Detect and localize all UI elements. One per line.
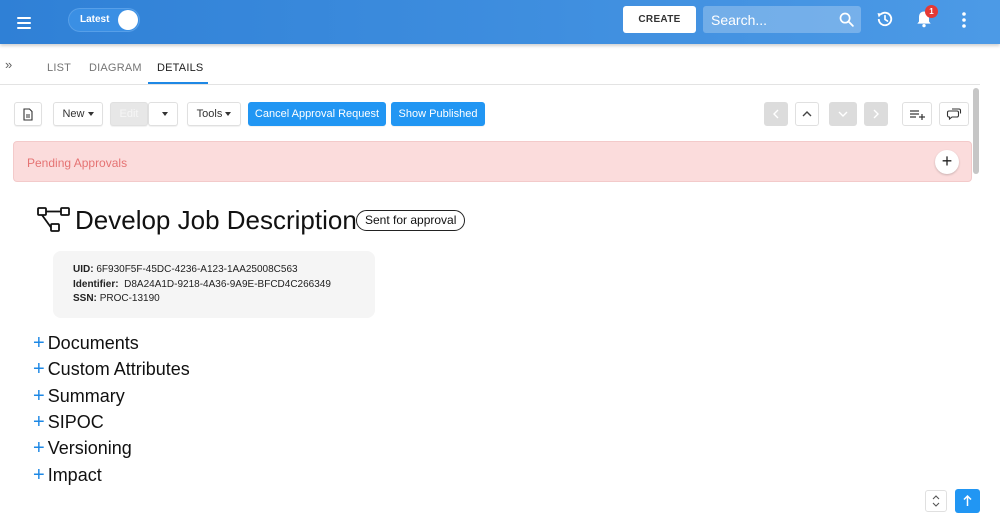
expand-plus-icon: +	[33, 437, 45, 459]
arrow-up-icon	[963, 494, 972, 506]
move-up-button[interactable]	[795, 102, 819, 126]
chevron-down-icon	[161, 112, 168, 117]
history-icon[interactable]	[875, 9, 895, 29]
show-published-button[interactable]: Show Published	[391, 102, 485, 126]
expand-plus-icon: +	[33, 385, 45, 407]
section-summary[interactable]: + Summary	[33, 385, 125, 408]
section-versioning[interactable]: + Versioning	[33, 437, 132, 460]
expand-plus-icon: +	[33, 411, 45, 433]
expand-collapse-button[interactable]	[925, 490, 947, 512]
scrollbar-thumb[interactable]	[973, 88, 979, 174]
cancel-approval-button[interactable]: Cancel Approval Request	[248, 102, 386, 126]
uid-row: UID: 6F930F5F-45DC-4236-A123-1AA25008C56…	[73, 264, 298, 275]
pending-approvals-label: Pending Approvals	[27, 156, 128, 170]
uid-value: 6F930F5F-45DC-4236-A123-1AA25008C563	[96, 264, 298, 275]
expand-plus-icon: +	[33, 332, 45, 354]
add-to-list-button[interactable]	[902, 102, 932, 126]
toggle-knob	[118, 10, 138, 30]
scroll-to-top-button[interactable]	[955, 489, 980, 513]
section-label: SIPOC	[47, 412, 104, 432]
tab-diagram[interactable]: DIAGRAM	[89, 62, 142, 74]
hamburger-icon[interactable]	[14, 11, 36, 33]
ssn-label: SSN:	[73, 293, 97, 304]
edit-dropdown-button[interactable]	[148, 102, 178, 126]
ssn-value: PROC-13190	[99, 293, 160, 304]
top-app-bar: Latest CREATE 1	[0, 0, 1000, 44]
create-button[interactable]: CREATE	[623, 6, 696, 33]
next-button[interactable]	[864, 102, 888, 126]
tools-button-label: Tools	[196, 108, 223, 120]
chevron-down-icon	[838, 111, 848, 117]
expand-panel-icon[interactable]: »	[5, 57, 12, 72]
pending-approvals-panel: Pending Approvals +	[13, 141, 972, 182]
section-label: Impact	[47, 465, 102, 485]
notification-badge: 1	[925, 5, 938, 18]
chevron-up-icon	[802, 111, 812, 117]
move-down-button[interactable]	[829, 102, 857, 126]
edit-button[interactable]: Edit	[110, 102, 148, 126]
add-approval-button[interactable]: +	[935, 150, 959, 174]
section-label: Versioning	[47, 438, 132, 458]
tools-button[interactable]: Tools	[187, 102, 241, 126]
tab-details[interactable]: DETAILS	[157, 62, 203, 74]
version-toggle[interactable]: Latest	[68, 8, 140, 32]
expand-plus-icon: +	[33, 358, 45, 380]
page-title: Develop Job Description	[75, 205, 357, 235]
section-sipoc[interactable]: + SIPOC	[33, 411, 104, 434]
export-pdf-button[interactable]	[14, 102, 42, 126]
identifier-label: Identifier:	[73, 279, 119, 290]
section-custom-attributes[interactable]: + Custom Attributes	[33, 358, 190, 381]
search-box	[703, 6, 861, 33]
comments-icon	[946, 108, 962, 121]
identifier-row: Identifier: D8A24A1D-9218-4A36-9A9E-BFCD…	[73, 279, 331, 290]
unfold-icon	[932, 495, 940, 507]
status-badge: Sent for approval	[356, 210, 466, 231]
section-label: Custom Attributes	[47, 359, 190, 379]
active-tab-indicator	[148, 82, 208, 84]
uid-label: UID:	[73, 264, 94, 275]
new-button[interactable]: New	[53, 102, 103, 126]
new-button-label: New	[62, 108, 85, 120]
document-icon	[23, 107, 33, 121]
ssn-row: SSN: PROC-13190	[73, 293, 160, 304]
section-documents[interactable]: + Documents	[33, 332, 139, 355]
section-label: Documents	[47, 333, 139, 353]
search-icon[interactable]	[838, 11, 855, 28]
identifier-value: D8A24A1D-9218-4A36-9A9E-BFCD4C266349	[124, 279, 331, 290]
comments-button[interactable]	[939, 102, 969, 126]
chevron-left-icon	[773, 109, 779, 119]
chevron-right-icon	[873, 109, 879, 119]
section-impact[interactable]: + Impact	[33, 464, 102, 487]
version-toggle-label: Latest	[80, 14, 110, 25]
previous-button[interactable]	[764, 102, 788, 126]
playlist-add-icon	[910, 110, 925, 120]
process-info-card: UID: 6F930F5F-45DC-4236-A123-1AA25008C56…	[53, 251, 375, 318]
expand-plus-icon: +	[33, 464, 45, 486]
chevron-down-icon	[87, 112, 94, 117]
process-flow-icon	[37, 207, 70, 232]
section-label: Summary	[47, 386, 125, 406]
view-tabs: » LIST DIAGRAM DETAILS	[0, 52, 980, 85]
plus-icon: +	[941, 151, 953, 171]
search-input[interactable]	[703, 6, 833, 33]
chevron-down-icon	[225, 112, 232, 117]
scrollbar[interactable]	[972, 86, 980, 532]
kebab-icon[interactable]	[955, 10, 973, 30]
tab-list[interactable]: LIST	[47, 62, 71, 74]
